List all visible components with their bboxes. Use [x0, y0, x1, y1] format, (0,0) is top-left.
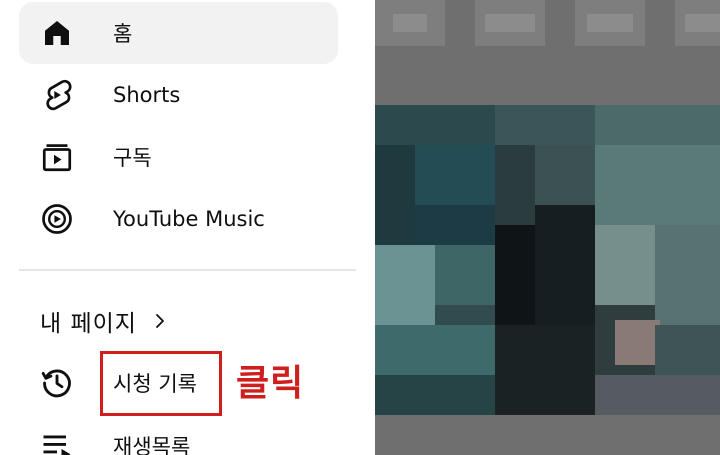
blurred-content-preview: [375, 0, 720, 455]
blurred-chip: [475, 0, 545, 46]
my-page-link[interactable]: 내 페이지: [40, 303, 169, 339]
click-annotation: 클릭: [236, 363, 305, 404]
sidebar-item-shorts[interactable]: Shorts: [19, 64, 338, 126]
youtube-music-icon: [39, 201, 75, 237]
sidebar-item-label: Shorts: [113, 83, 181, 107]
divider: [19, 269, 356, 271]
sidebar-item-label: 홈: [113, 22, 133, 46]
sidebar-item-home[interactable]: 홈: [19, 2, 338, 64]
home-icon: [39, 15, 75, 51]
sidebar-item-label: YouTube Music: [113, 207, 265, 231]
blurred-chip: [375, 0, 445, 46]
sidebar: 홈 Shorts 구독 YouTube Music 내 페이지 시청 기록 클릭…: [0, 0, 375, 455]
chevron-right-icon: [156, 314, 164, 328]
subscriptions-icon: [39, 139, 75, 175]
playlist-icon: [39, 428, 75, 455]
sidebar-item-youtube-music[interactable]: YouTube Music: [19, 188, 338, 250]
sidebar-item-label: 구독: [113, 146, 152, 170]
blurred-chip: [675, 0, 720, 46]
blurred-video-thumbnail[interactable]: [375, 105, 720, 415]
blurred-chip: [575, 0, 645, 46]
section-title: 내 페이지: [40, 311, 137, 337]
sidebar-item-label: 재생목록: [113, 435, 191, 455]
highlight-box: [100, 351, 222, 416]
history-icon: [39, 365, 75, 401]
sidebar-item-playlists[interactable]: 재생목록: [19, 415, 338, 455]
shorts-icon: [39, 77, 75, 113]
sidebar-item-subscriptions[interactable]: 구독: [19, 126, 338, 188]
